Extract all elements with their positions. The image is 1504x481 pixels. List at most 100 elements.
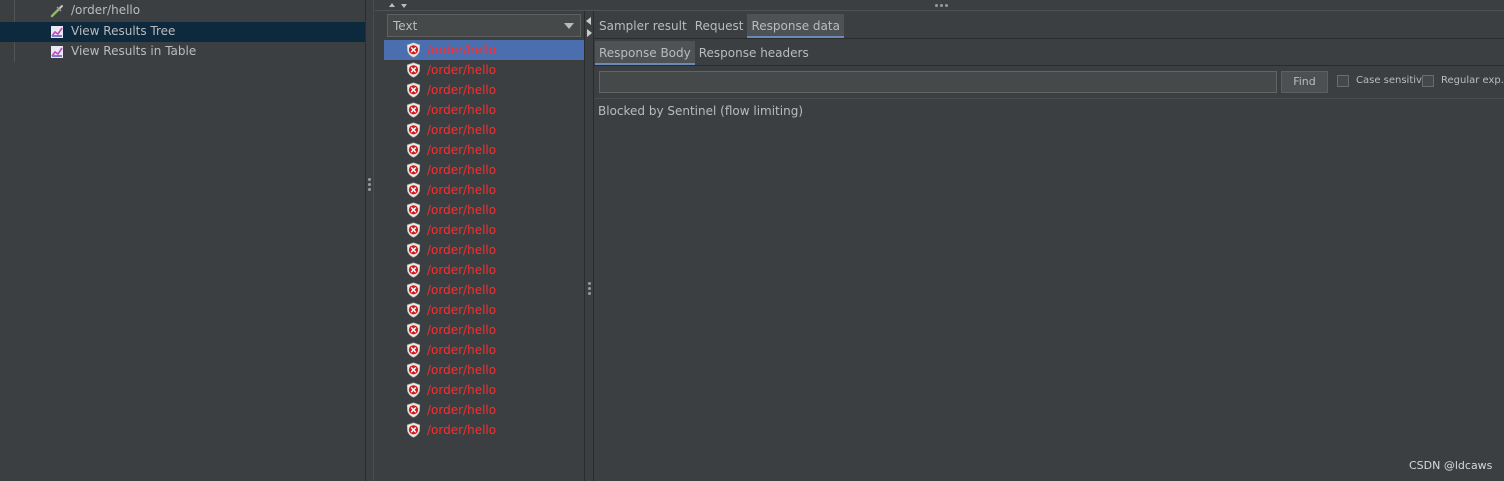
chart-icon [51, 46, 63, 58]
tree-item-label: View Results in Table [71, 44, 197, 58]
sample-result-row[interactable]: /order/hello [384, 220, 584, 240]
sample-label: /order/hello [427, 403, 497, 417]
regex-checkbox[interactable] [1422, 75, 1434, 87]
error-shield-icon [406, 182, 421, 198]
regex-label: Regular exp. [1441, 75, 1504, 86]
tree-item-view-results-table[interactable]: View Results in Table [0, 42, 365, 62]
sample-label: /order/hello [427, 383, 497, 397]
tree-item-order-hello[interactable]: /order/hello [0, 1, 365, 21]
sample-result-row[interactable]: /order/hello [384, 260, 584, 280]
tab-response-body[interactable]: Response Body [595, 41, 695, 65]
error-shield-icon [406, 122, 421, 138]
tree-item-label: View Results Tree [71, 24, 176, 38]
case-sensitive-label: Case sensitive [1356, 75, 1429, 86]
splitter-grip-dot [588, 282, 591, 285]
chart-icon [51, 26, 63, 38]
sample-result-row[interactable]: /order/hello [384, 380, 584, 400]
chevron-down-icon [564, 23, 574, 29]
sample-label: /order/hello [427, 243, 497, 257]
watermark: CSDN @ldcaws [1409, 459, 1493, 472]
error-shield-icon [406, 222, 421, 238]
sample-label: /order/hello [427, 283, 497, 297]
error-shield-icon [406, 162, 421, 178]
sample-label: /order/hello [427, 423, 497, 437]
sample-label: /order/hello [427, 163, 497, 177]
sample-results-list[interactable]: /order/hello/order/hello/order/hello/ord… [384, 40, 584, 440]
error-shield-icon [406, 382, 421, 398]
sample-result-row[interactable]: /order/hello [384, 180, 584, 200]
sample-label: /order/hello [427, 43, 497, 57]
sample-result-row[interactable]: /order/hello [384, 140, 584, 160]
sample-result-row[interactable]: /order/hello [384, 200, 584, 220]
splitter-grip-dot [945, 4, 948, 7]
tab-response-data[interactable]: Response data [747, 14, 844, 38]
sample-result-row[interactable]: /order/hello [384, 100, 584, 120]
tab-request[interactable]: Request [691, 14, 748, 38]
error-shield-icon [406, 322, 421, 338]
error-shield-icon [406, 282, 421, 298]
error-shield-icon [406, 302, 421, 318]
sample-label: /order/hello [427, 203, 497, 217]
results-splitter[interactable] [585, 11, 594, 481]
find-button[interactable]: Find [1281, 71, 1328, 93]
top-splitter[interactable] [375, 0, 1504, 11]
error-shield-icon [406, 142, 421, 158]
sample-result-row[interactable]: /order/hello [384, 320, 584, 340]
test-plan-tree: /order/hello View Results Tree View Resu… [0, 0, 365, 481]
sample-result-row[interactable]: /order/hello [384, 300, 584, 320]
sample-result-row[interactable]: /order/hello [384, 400, 584, 420]
sample-result-row[interactable]: /order/hello [384, 40, 584, 60]
sample-result-row[interactable]: /order/hello [384, 80, 584, 100]
search-input[interactable] [599, 71, 1277, 93]
sample-result-row[interactable]: /order/hello [384, 280, 584, 300]
error-shield-icon [406, 202, 421, 218]
splitter-grip-dot [588, 287, 591, 290]
error-shield-icon [406, 62, 421, 78]
case-sensitive-checkbox[interactable] [1337, 75, 1349, 87]
renderer-select-value: Text [393, 19, 418, 33]
error-shield-icon [406, 242, 421, 258]
tab-sampler-result[interactable]: Sampler result [595, 14, 691, 38]
sample-label: /order/hello [427, 343, 497, 357]
sample-label: /order/hello [427, 143, 497, 157]
error-shield-icon [406, 362, 421, 378]
response-tabs: Response Body Response headers [595, 41, 813, 65]
sample-result-row[interactable]: /order/hello [384, 60, 584, 80]
splitter-grip-dot [368, 183, 371, 186]
sample-label: /order/hello [427, 103, 497, 117]
sample-result-row[interactable]: /order/hello [384, 160, 584, 180]
pipette-icon [50, 5, 63, 18]
expand-right-icon[interactable] [587, 29, 592, 37]
error-shield-icon [406, 82, 421, 98]
divider [594, 38, 1504, 39]
sample-label: /order/hello [427, 83, 497, 97]
sample-label: /order/hello [427, 123, 497, 137]
sample-result-row[interactable]: /order/hello [384, 420, 584, 440]
tab-response-headers[interactable]: Response headers [695, 41, 813, 65]
collapse-down-icon[interactable] [401, 4, 407, 8]
splitter-grip-dot [588, 292, 591, 295]
sample-label: /order/hello [427, 263, 497, 277]
sample-label: /order/hello [427, 63, 497, 77]
error-shield-icon [406, 342, 421, 358]
error-shield-icon [406, 262, 421, 278]
sample-result-row[interactable]: /order/hello [384, 120, 584, 140]
sample-label: /order/hello [427, 303, 497, 317]
tree-item-label: /order/hello [71, 3, 141, 17]
splitter-grip-dot [935, 4, 938, 7]
error-shield-icon [406, 42, 421, 58]
splitter-grip-dot [368, 178, 371, 181]
expand-left-icon[interactable] [586, 17, 591, 25]
response-body-text: Blocked by Sentinel (flow limiting) [598, 104, 804, 118]
sample-result-row[interactable]: /order/hello [384, 340, 584, 360]
sample-result-row[interactable]: /order/hello [384, 360, 584, 380]
sample-label: /order/hello [427, 183, 497, 197]
renderer-select[interactable]: Text [387, 14, 581, 37]
sample-label: /order/hello [427, 363, 497, 377]
tree-item-view-results-tree[interactable]: View Results Tree [0, 22, 365, 42]
sample-label: /order/hello [427, 223, 497, 237]
tree-splitter[interactable] [365, 0, 374, 481]
collapse-up-icon[interactable] [389, 3, 395, 7]
sample-result-row[interactable]: /order/hello [384, 240, 584, 260]
splitter-grip-dot [368, 188, 371, 191]
